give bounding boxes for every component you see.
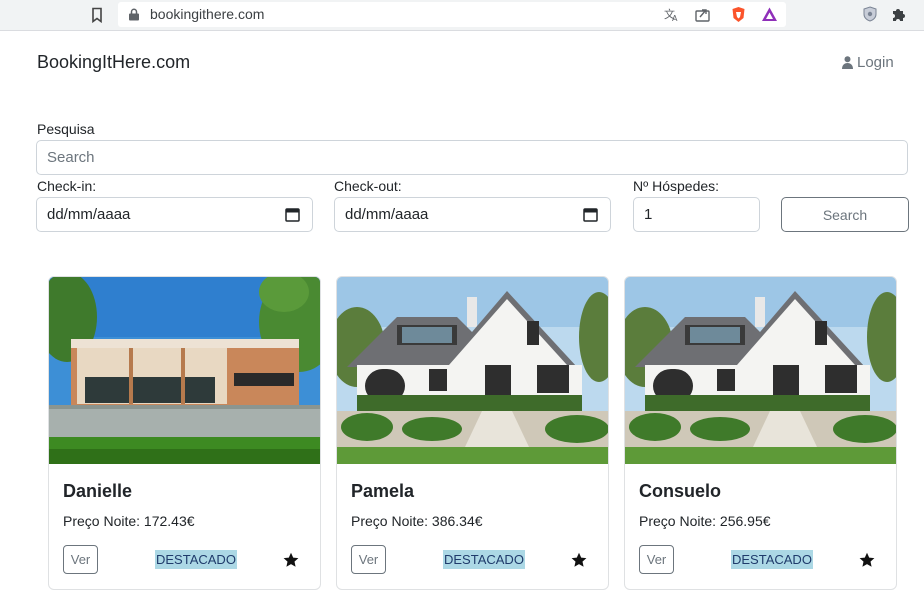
listing-card: Danielle Preço Noite: 172.43€ Ver DESTAC…: [48, 276, 321, 590]
listing-price: Preço Noite: 386.34€: [351, 513, 483, 529]
view-button[interactable]: Ver: [639, 545, 674, 574]
listing-photo[interactable]: [49, 277, 320, 464]
checkout-label: Check-out:: [334, 178, 402, 194]
star-icon[interactable]: [859, 552, 875, 568]
puzzle-icon[interactable]: [891, 6, 907, 22]
featured-badge: DESTACADO: [731, 550, 813, 569]
featured-badge: DESTACADO: [443, 550, 525, 569]
checkin-value: dd/mm/aaaa: [47, 206, 131, 223]
checkout-date-input[interactable]: dd/mm/aaaa: [334, 197, 611, 232]
share-icon[interactable]: [694, 6, 711, 23]
star-icon[interactable]: [283, 552, 299, 568]
guests-label: Nº Hóspedes:: [633, 178, 720, 194]
user-icon: [842, 56, 853, 69]
listing-title: Consuelo: [639, 481, 722, 501]
view-button[interactable]: Ver: [63, 545, 98, 574]
listing-card: Pamela Preço Noite: 386.34€ Ver DESTACAD…: [336, 276, 609, 590]
featured-badge: DESTACADO: [155, 550, 237, 569]
search-placeholder: Search: [47, 149, 95, 166]
brave-rewards-icon[interactable]: [761, 6, 778, 23]
brand-logo[interactable]: BookingItHere.com: [37, 52, 190, 73]
view-button[interactable]: Ver: [351, 545, 386, 574]
listing-photo[interactable]: [625, 277, 896, 464]
checkout-value: dd/mm/aaaa: [345, 206, 429, 223]
listing-price: Preço Noite: 256.95€: [639, 513, 771, 529]
search-button[interactable]: Search: [781, 197, 909, 232]
search-input[interactable]: Search: [36, 140, 908, 175]
lock-icon[interactable]: [128, 8, 140, 21]
checkin-date-input[interactable]: dd/mm/aaaa: [36, 197, 313, 232]
url-text[interactable]: bookingithere.com: [150, 6, 264, 22]
guests-input[interactable]: 1: [633, 197, 760, 232]
address-bar[interactable]: bookingithere.com 文 A: [118, 2, 786, 27]
star-icon[interactable]: [571, 552, 587, 568]
svg-text:A: A: [672, 14, 678, 23]
login-label: Login: [857, 54, 894, 71]
search-label: Pesquisa: [37, 121, 95, 137]
listing-photo[interactable]: [337, 277, 608, 464]
listing-title: Pamela: [351, 481, 415, 501]
translate-icon[interactable]: 文 A: [663, 6, 680, 23]
listing-title: Danielle: [63, 481, 133, 501]
listing-price: Preço Noite: 172.43€: [63, 513, 195, 529]
calendar-icon[interactable]: [583, 207, 598, 222]
bookmark-icon[interactable]: [90, 7, 104, 23]
listing-card: Consuelo Preço Noite: 256.95€ Ver DESTAC…: [624, 276, 897, 590]
guests-value: 1: [644, 206, 653, 223]
login-link[interactable]: Login: [842, 54, 894, 71]
browser-toolbar: bookingithere.com 文 A: [0, 0, 924, 31]
brave-shield-icon[interactable]: [730, 6, 747, 23]
calendar-icon[interactable]: [285, 207, 300, 222]
extension-shield-icon[interactable]: [862, 6, 878, 22]
checkin-label: Check-in:: [37, 178, 97, 194]
